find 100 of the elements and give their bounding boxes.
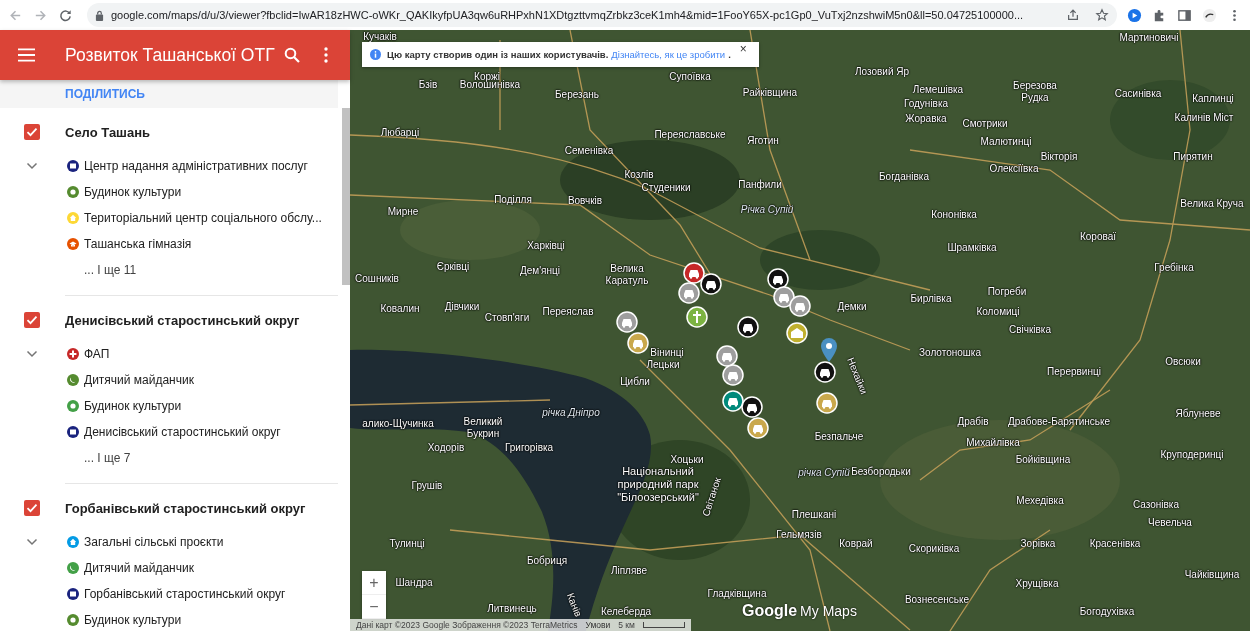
place-list-item[interactable]: Будинок культури (67, 179, 182, 205)
place-label: Годунівка (903, 98, 949, 110)
place-list-item[interactable]: Загальні сільські проєкти (67, 529, 224, 555)
place-label: Цибли (620, 376, 650, 388)
search-icon[interactable] (284, 47, 300, 63)
place-list-item[interactable]: ФАП (67, 341, 110, 367)
terms-link[interactable]: Умови (585, 620, 611, 630)
place-label: Мехедівка (1016, 495, 1064, 507)
place-list-item[interactable]: Будинок культури (67, 607, 182, 631)
place-label: Калинів Міст (1174, 112, 1234, 124)
menu-icon[interactable] (18, 48, 35, 62)
place-label: Чевельча (1148, 517, 1192, 529)
place-label: Сасинівка (1114, 88, 1162, 100)
place-label: Коврай (839, 538, 873, 550)
car-marker-icon[interactable] (814, 361, 836, 383)
place-label: Гладківщина (707, 588, 767, 600)
car-marker-icon[interactable] (627, 332, 649, 354)
car-marker-icon[interactable] (716, 345, 738, 367)
close-button[interactable]: × (739, 43, 747, 55)
place-label: Гельмязів (776, 529, 822, 541)
car-marker-icon[interactable] (816, 392, 838, 414)
place-label: Сазонівка (1133, 499, 1179, 511)
car-marker-icon[interactable] (700, 273, 722, 295)
place-list-item[interactable]: Центр надання адміністративних послуг (67, 153, 308, 179)
place-label: Семенівка (564, 145, 614, 157)
place-label: Яблуневе (1175, 408, 1221, 420)
my-maps-logo: My Maps (800, 603, 857, 619)
place-label: Панфили (738, 179, 782, 191)
more-vert-icon[interactable] (324, 47, 328, 63)
place-label: Демки (837, 301, 867, 313)
lock-icon (95, 9, 104, 21)
car-marker-icon[interactable] (737, 316, 759, 338)
scrollbar-thumb[interactable] (342, 108, 350, 285)
place-label: Коломиці (976, 306, 1020, 318)
park-label: Національний природний парк "Білоозерський" (616, 465, 700, 505)
place-list-item[interactable]: Дитячий майданчик (67, 367, 194, 393)
extension-icon[interactable] (1127, 7, 1142, 23)
place-label: Яготин (747, 135, 779, 147)
car-marker-icon[interactable] (722, 364, 744, 386)
place-label: Олексіївка (989, 163, 1039, 175)
place-label: Дем'янці (520, 265, 560, 277)
place-list-item[interactable]: Горбанівський старостинський округ (67, 581, 286, 607)
river-label: річка Дніпро (542, 407, 600, 419)
place-list-item[interactable]: Територіальний центр соціального обслу... (67, 205, 322, 231)
place-label: Плешкані (791, 509, 837, 521)
place-list-item[interactable]: Денисівський старостинський округ (67, 419, 281, 445)
map-title: Розвиток Ташанської ОТГ (65, 44, 276, 66)
zoom-out-button[interactable]: − (362, 595, 386, 619)
place-list-item[interactable]: Будинок культури (67, 393, 182, 419)
place-label: Шрамківка (947, 242, 997, 254)
car-marker-icon[interactable] (747, 417, 769, 439)
river-label: річка Супій (798, 467, 850, 479)
place-label: Дівчики (444, 301, 480, 313)
place-label: Богданівка (879, 171, 929, 183)
place-label: Лецьки (646, 359, 680, 371)
layer-checkbox[interactable] (24, 312, 40, 328)
car-marker-icon[interactable] (678, 282, 700, 304)
chevron-icon[interactable] (26, 162, 38, 170)
place-label: Велика Круча (1180, 198, 1244, 210)
place-label: Драбів (957, 416, 989, 428)
place-label: Коржі (474, 71, 500, 82)
car-marker-icon[interactable] (767, 268, 789, 290)
extension-logo-icon[interactable] (1202, 7, 1217, 23)
layer-checkbox[interactable] (24, 500, 40, 516)
place-label: Березова Рудка (1013, 80, 1057, 104)
scale-bar (642, 622, 685, 628)
zoom-in-button[interactable]: + (362, 571, 386, 595)
place-label: Келеберда (600, 606, 652, 618)
learn-how-link[interactable]: Дізнайтесь, як це зробити (611, 49, 726, 60)
place-list-item[interactable]: Ташанська гімназія (67, 231, 192, 257)
side-panel-icon[interactable] (1177, 7, 1192, 23)
reload-icon[interactable] (58, 7, 73, 23)
share-icon[interactable] (1066, 8, 1080, 22)
place-label: Супоївка (669, 71, 711, 83)
place-label: Вовчків (567, 195, 603, 207)
layer-title: Денисівський старостинський округ (65, 312, 300, 328)
place-label: Ходорів (427, 442, 465, 454)
chevron-icon[interactable] (26, 538, 38, 546)
car-marker-icon[interactable] (722, 390, 744, 412)
address-bar[interactable]: google.com/maps/d/u/3/viewer?fbclid=IwAR18zHWC-oWKr_QAKIkyfpUA3qw6uRHPxhN1XDtgzttvmqZrbkz3ceK1mh4&mid=1FooY65X-pc1Gp0_VuTxj2nzshwiM5n0&ll=50.04725100000... (87, 3, 1117, 27)
place-label: Ліпляве (610, 565, 648, 577)
map-pin-icon[interactable] (821, 338, 837, 362)
place-list-item[interactable]: Дитячий майданчик (67, 555, 194, 581)
place-label: Овсюки (1165, 356, 1201, 368)
place-label: Поділля (494, 194, 532, 206)
building-marker-icon[interactable] (786, 322, 808, 344)
more-items-link[interactable]: ... І ще 7 (84, 445, 131, 471)
place-label: Переяславське (654, 129, 726, 141)
cross-marker-icon[interactable] (686, 306, 708, 328)
car-marker-icon[interactable] (741, 396, 763, 418)
layer-checkbox[interactable] (24, 124, 40, 140)
info-icon (370, 49, 381, 60)
star-icon[interactable] (1095, 8, 1109, 22)
layer-title: Горбанівський старостинський округ (65, 500, 306, 516)
place-label: Золотоношка (919, 347, 981, 359)
chevron-icon[interactable] (26, 350, 38, 358)
more-items-link[interactable]: ... І ще 11 (84, 257, 137, 283)
car-marker-icon[interactable] (616, 311, 638, 333)
google-logo: Google (742, 602, 798, 620)
car-marker-icon[interactable] (789, 295, 811, 317)
